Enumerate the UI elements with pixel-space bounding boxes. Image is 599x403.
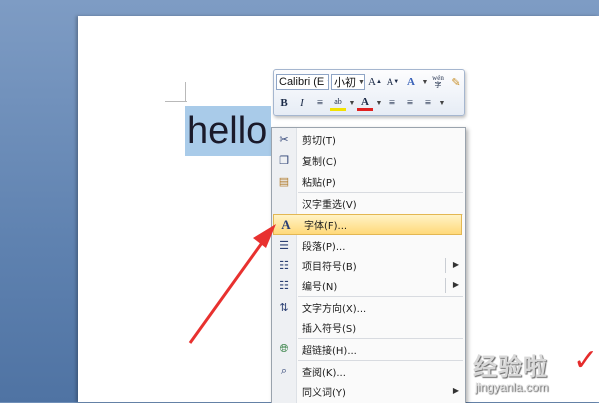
checkmark-icon: ✓ [573,343,599,378]
annotation-arrow-icon [188,224,276,344]
watermark: 经验啦 ✓ jingyanla.com [473,343,599,394]
